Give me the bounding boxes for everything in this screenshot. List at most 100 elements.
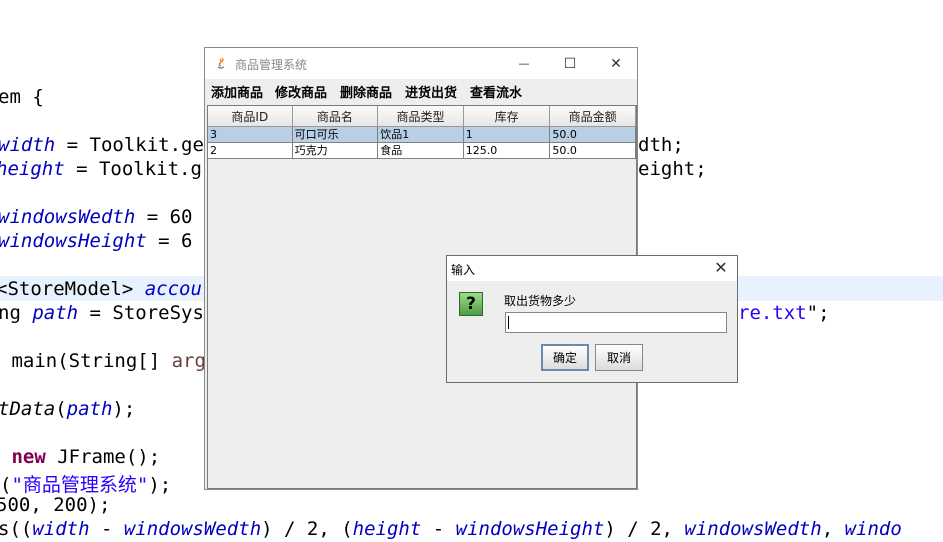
column-header-stock[interactable]: 库存	[463, 106, 551, 127]
table-cell: 巧克力	[292, 143, 379, 159]
code-line: windowsWedth = 60	[0, 206, 192, 228]
code-line: tData(path);	[0, 398, 135, 420]
close-icon: ✕	[610, 55, 622, 72]
code-token: accou	[144, 278, 202, 300]
code-token: dth;	[638, 134, 684, 156]
code-token: (	[0, 474, 12, 496]
dialog-message: 取出货物多少	[504, 294, 577, 308]
input-dialog: 输入 ✕ ? 取出货物多少 确定 取消	[446, 255, 738, 383]
minimize-button[interactable]: —	[501, 48, 547, 79]
dialog-close-icon[interactable]: ✕	[711, 258, 731, 278]
close-button[interactable]: ✕	[593, 48, 639, 79]
code-line: main(String[] arg	[0, 350, 206, 372]
table-header: 商品ID 商品名 商品类型 库存 商品金额	[208, 106, 636, 127]
cancel-button[interactable]: 取消	[595, 344, 643, 371]
dialog-title: 输入	[451, 263, 476, 277]
code-token: ) / 2,	[604, 518, 685, 540]
code-line: windowsHeight = 6	[0, 230, 192, 252]
code-line: ("商品管理系统");	[0, 470, 171, 497]
code-line: s((width - windowsWedth) / 2, (height - …	[0, 518, 902, 540]
code-token: 500, 200);	[0, 494, 111, 516]
code-token: );	[148, 474, 172, 496]
code-token: = 6	[146, 230, 193, 252]
code-token: windowsWedth	[123, 518, 262, 540]
column-header-amount[interactable]: 商品金额	[550, 106, 636, 127]
code-token: -	[89, 518, 124, 540]
code-token: arg	[171, 350, 206, 372]
table-cell: 食品	[378, 143, 464, 159]
table-row[interactable]: 2 巧克力 食品 125.0 50.0	[208, 143, 636, 159]
code-token: windo	[844, 518, 902, 540]
code-token: ";	[806, 302, 830, 324]
quantity-input[interactable]	[505, 312, 727, 333]
code-token: windowsWedth	[684, 518, 822, 540]
code-token: windowsWedth	[0, 206, 136, 228]
code-line-fragment: dth;	[638, 134, 684, 156]
code-token: windowsHeight	[455, 518, 605, 540]
code-token: main(String[]	[0, 350, 172, 372]
table-cell: 1	[463, 127, 551, 143]
code-token: = 60	[135, 206, 193, 228]
table-cell: 125.0	[463, 143, 551, 159]
table-cell: 3	[208, 127, 293, 143]
code-line: width = Toolkit.ge	[0, 134, 204, 156]
code-line: em {	[0, 86, 44, 108]
code-token: path	[32, 302, 79, 324]
column-header-name[interactable]: 商品名	[292, 106, 379, 127]
code-token: tData	[0, 398, 56, 420]
code-token: path	[66, 398, 113, 420]
code-token: re.txt	[738, 302, 807, 324]
code-token: );	[112, 398, 136, 420]
maximize-button[interactable]: ☐	[547, 48, 593, 79]
menu-delete-goods[interactable]: 删除商品	[340, 82, 392, 101]
window-title: 商品管理系统	[235, 58, 308, 72]
code-token: width	[32, 518, 90, 540]
code-token: (	[55, 398, 67, 420]
menu-stock-in-out[interactable]: 进货出货	[405, 82, 457, 101]
column-header-id[interactable]: 商品ID	[208, 106, 293, 127]
code-line: ng path = StoreSys	[0, 302, 204, 324]
java-app-icon	[217, 57, 225, 69]
code-token: em {	[0, 86, 44, 108]
code-token: = StoreSys	[78, 302, 204, 324]
code-line: new JFrame();	[0, 446, 160, 468]
code-token: = Toolkit.ge	[55, 134, 204, 156]
menu-add-goods[interactable]: 添加商品	[211, 82, 263, 101]
code-token: s((	[0, 518, 33, 540]
code-line-fragment: re.txt";	[738, 302, 830, 324]
maximize-icon: ☐	[563, 55, 577, 72]
code-token: ) / 2, (	[261, 518, 353, 540]
code-line: height = Toolkit.g	[0, 158, 202, 180]
text-caret	[508, 316, 509, 329]
dialog-titlebar: 输入 ✕	[447, 256, 737, 281]
code-token: height	[0, 158, 65, 180]
ok-button[interactable]: 确定	[541, 344, 589, 371]
question-icon: ?	[459, 292, 483, 316]
menu-edit-goods[interactable]: 修改商品	[275, 82, 327, 101]
table-row[interactable]: 3 可口可乐 饮品1 1 50.0	[208, 127, 636, 143]
code-token: width	[0, 134, 56, 156]
code-token: windowsHeight	[0, 230, 147, 252]
code-token: eight;	[638, 158, 707, 180]
code-token: new	[11, 446, 46, 468]
code-token: ng	[0, 302, 33, 324]
table-cell: 50.0	[550, 127, 636, 143]
column-header-type[interactable]: 商品类型	[378, 106, 464, 127]
code-line: 500, 200);	[0, 494, 110, 516]
minimize-icon: —	[518, 57, 530, 70]
code-line: <StoreModel> accou	[0, 278, 202, 300]
code-token: "商品管理系统"	[11, 474, 149, 496]
code-token: ,	[821, 518, 845, 540]
code-token: <StoreModel>	[0, 278, 145, 300]
code-token: = Toolkit.g	[64, 158, 202, 180]
table-cell: 2	[208, 143, 293, 159]
menu-bar: 添加商品 修改商品 删除商品 进货出货 查看流水	[205, 79, 637, 102]
menu-view-ledger[interactable]: 查看流水	[470, 82, 522, 101]
code-token: height	[352, 518, 422, 540]
table-cell: 饮品1	[378, 127, 464, 143]
code-line-fragment: eight;	[638, 158, 707, 180]
code-token: JFrame();	[45, 446, 161, 468]
window-titlebar: 商品管理系统 — ☐ ✕	[205, 48, 637, 79]
table-cell: 50.0	[550, 143, 636, 159]
